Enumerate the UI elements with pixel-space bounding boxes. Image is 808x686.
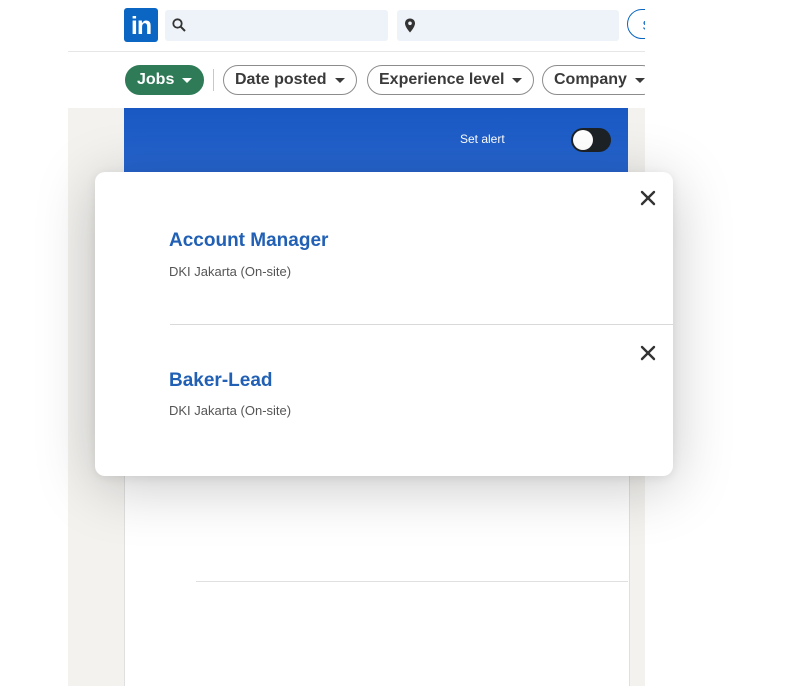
job-popup: Account Manager DKI Jakarta (On-site) Ba… — [95, 172, 673, 476]
caret-down-icon — [512, 77, 523, 83]
job-card[interactable]: Account Manager DKI Jakarta (On-site) — [95, 172, 673, 325]
filter-jobs[interactable]: Jobs — [125, 65, 205, 95]
filter-date-posted-label: Date posted — [235, 71, 327, 88]
set-alert-toggle[interactable] — [571, 128, 611, 152]
top-nav: in S — [68, 0, 645, 52]
toggle-knob — [573, 130, 593, 150]
keyword-search-input[interactable] — [191, 10, 386, 43]
filter-date-posted[interactable]: Date posted — [223, 65, 357, 95]
job-card[interactable]: Baker-Lead DKI Jakarta (On-site) — [95, 324, 673, 476]
set-alert-label: Set alert — [460, 132, 505, 146]
search-results-banner — [124, 108, 628, 172]
list-divider — [196, 581, 628, 582]
job-title[interactable]: Account Manager — [169, 230, 328, 252]
location-search[interactable] — [397, 10, 619, 43]
keyword-search[interactable] — [165, 10, 388, 43]
linkedin-logo[interactable]: in — [124, 8, 158, 42]
job-location: DKI Jakarta (On-site) — [169, 264, 292, 279]
caret-down-icon — [334, 77, 345, 83]
close-icon[interactable] — [637, 187, 659, 209]
filter-company-label: Company — [554, 71, 627, 88]
job-location: DKI Jakarta (On-site) — [169, 403, 292, 418]
filter-company[interactable]: Company — [542, 65, 645, 95]
job-title[interactable]: Baker-Lead — [169, 370, 273, 392]
filter-separator — [213, 69, 214, 91]
caret-down-icon — [634, 77, 645, 83]
close-icon[interactable] — [637, 342, 659, 364]
caret-down-icon — [182, 77, 193, 83]
sign-in-button[interactable]: S — [627, 9, 645, 39]
filter-bar: Jobs Date posted Experience level Compan… — [68, 52, 645, 108]
filter-experience-level[interactable]: Experience level — [367, 65, 535, 95]
filter-experience-level-label: Experience level — [379, 71, 505, 88]
location-search-input[interactable] — [423, 10, 617, 43]
search-icon — [172, 18, 186, 32]
location-pin-icon — [405, 18, 415, 33]
filter-jobs-label: Jobs — [137, 71, 175, 88]
